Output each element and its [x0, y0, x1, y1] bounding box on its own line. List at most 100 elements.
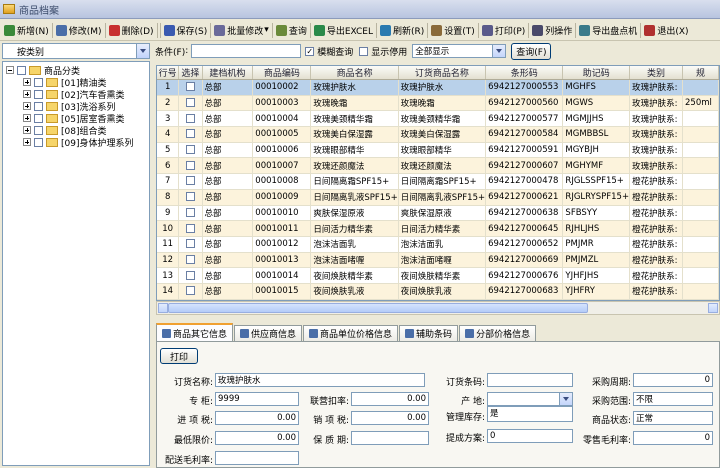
edit-button[interactable]: 修改(M): [54, 21, 104, 40]
table-cell[interactable]: RJGLSSPF15+: [562, 173, 631, 190]
table-cell[interactable]: 玫瑰还颜魔法: [398, 157, 487, 175]
table-cell[interactable]: 00010014: [252, 267, 312, 284]
column-header[interactable]: 行号: [157, 66, 180, 80]
table-cell[interactable]: 6942127000591: [485, 142, 564, 159]
table-cell[interactable]: YJHFJHS: [562, 267, 631, 284]
table-cell[interactable]: 玫瑰护肤水: [310, 79, 399, 96]
grid-horizontal-scrollbar[interactable]: [156, 301, 720, 315]
tree-item-checkbox[interactable]: [34, 77, 43, 87]
tree-item[interactable]: [05]居室香熏类: [3, 112, 149, 125]
tree-item[interactable]: [03]洗浴系列: [3, 100, 149, 113]
column-header[interactable]: 商品编码: [252, 66, 312, 80]
proposal-input[interactable]: 0: [487, 429, 573, 443]
table-cell[interactable]: 玫瑰护肤系:: [629, 110, 683, 128]
table-row[interactable]: 13 总部 00010014 夜间焕肤精华素 夜间焕肤精华素 6942127000676 Y…: [157, 267, 719, 284]
add-button[interactable]: 新增(N): [2, 21, 51, 40]
tree-item[interactable]: [08]组合类: [3, 124, 149, 137]
chevron-down-icon[interactable]: ▾: [264, 25, 269, 35]
row-select-cell[interactable]: [178, 220, 203, 237]
table-cell[interactable]: 00010010: [252, 205, 312, 222]
table-cell[interactable]: [682, 126, 719, 143]
table-cell[interactable]: 橙花护肤系:: [629, 252, 683, 269]
table-cell[interactable]: 00010013: [252, 252, 312, 269]
table-cell[interactable]: 13: [157, 267, 180, 284]
table-cell[interactable]: 橙花护肤系:: [629, 267, 683, 284]
table-cell[interactable]: 爽肤保湿原液: [310, 205, 399, 222]
expand-icon[interactable]: [23, 102, 31, 110]
table-cell[interactable]: 玫瑰晚霜: [310, 95, 399, 112]
tree-item[interactable]: [09]身体护理系列: [3, 136, 149, 149]
order-barcode-input[interactable]: [487, 373, 573, 387]
tree-root[interactable]: 商品分类: [3, 64, 149, 77]
table-cell[interactable]: 总部: [202, 110, 254, 128]
table-cell[interactable]: SFBSYY: [562, 205, 631, 222]
table-cell[interactable]: 总部: [202, 283, 254, 300]
chevron-down-icon[interactable]: [559, 393, 572, 405]
table-row[interactable]: 11 总部 00010012 泡沫洁面乳 泡沫洁面乳 6942127000652 PMJMR…: [157, 236, 719, 253]
tree-item[interactable]: [02]汽车香熏类: [3, 88, 149, 101]
table-cell[interactable]: 00010011: [252, 220, 312, 237]
table-cell[interactable]: 总部: [202, 157, 254, 175]
table-cell[interactable]: 7: [157, 173, 180, 190]
save-button[interactable]: 保存(S): [162, 21, 210, 40]
table-row[interactable]: 7 总部 00010008 日间隔离霜SPF15+ 日间隔离霜SPF15+ 6942127…: [157, 173, 719, 190]
output-tax-input[interactable]: 0.00: [351, 411, 429, 425]
table-cell[interactable]: [682, 283, 719, 300]
table-cell[interactable]: [682, 205, 719, 222]
table-cell[interactable]: 总部: [202, 236, 254, 253]
table-cell[interactable]: 6942127000652: [485, 236, 564, 253]
chevron-down-icon[interactable]: [136, 44, 149, 58]
table-cell[interactable]: [682, 220, 719, 237]
column-header[interactable]: 助记码: [562, 66, 631, 80]
table-cell[interactable]: 玫瑰护肤系:: [629, 126, 683, 143]
table-cell[interactable]: RJHLJHS: [562, 220, 631, 237]
tree-item-checkbox[interactable]: [34, 89, 43, 99]
table-cell[interactable]: PMJMR: [562, 236, 631, 253]
table-cell[interactable]: MGYBJH: [562, 142, 631, 159]
row-select-checkbox[interactable]: [185, 270, 195, 280]
row-select-cell[interactable]: [178, 189, 203, 206]
table-cell[interactable]: 6942127000607: [485, 157, 564, 175]
table-cell[interactable]: MGHFS: [562, 79, 631, 96]
table-cell[interactable]: 玫瑰美白保湿露: [398, 126, 487, 143]
purchase-cycle-input[interactable]: 0: [633, 373, 713, 387]
exit-button[interactable]: 退出(X): [642, 21, 690, 40]
table-cell[interactable]: [682, 79, 719, 96]
row-select-cell[interactable]: [178, 126, 203, 143]
table-cell[interactable]: [682, 252, 719, 269]
table-cell[interactable]: 总部: [202, 142, 254, 159]
table-cell[interactable]: 日间隔离乳液SPF15+: [398, 189, 487, 206]
table-cell[interactable]: 总部: [202, 79, 254, 96]
table-cell[interactable]: 橙花护肤系:: [629, 236, 683, 253]
row-select-checkbox[interactable]: [185, 223, 195, 233]
expand-icon[interactable]: [23, 90, 31, 98]
table-cell[interactable]: 00010002: [252, 79, 312, 96]
origin-select[interactable]: [487, 392, 573, 406]
column-header[interactable]: 条形码: [485, 66, 564, 80]
table-cell[interactable]: 10: [157, 220, 180, 237]
table-row[interactable]: 3 总部 00010004 玫瑰美颈精华霜 玫瑰美颈精华霜 6942127000577 MG…: [157, 110, 719, 128]
query-button[interactable]: 查询: [274, 21, 309, 40]
table-cell[interactable]: 6942127000676: [485, 267, 564, 284]
column-header[interactable]: 类别: [629, 66, 683, 80]
table-cell[interactable]: 5: [157, 142, 180, 159]
counter-input[interactable]: 9999: [215, 392, 299, 406]
row-select-cell[interactable]: [178, 79, 203, 96]
row-select-checkbox[interactable]: [185, 113, 195, 123]
table-cell[interactable]: 日间隔离霜SPF15+: [398, 173, 487, 190]
tree-item-checkbox[interactable]: [34, 125, 43, 135]
table-cell[interactable]: 6: [157, 157, 180, 175]
table-cell[interactable]: 6942127000584: [485, 126, 564, 143]
table-cell[interactable]: PMJMZL: [562, 252, 631, 269]
table-cell[interactable]: MGMBBSL: [562, 126, 631, 143]
table-cell[interactable]: 3: [157, 110, 180, 128]
row-select-cell[interactable]: [178, 267, 203, 284]
table-cell[interactable]: 玫瑰护肤系:: [629, 157, 683, 175]
row-select-checkbox[interactable]: [185, 207, 195, 217]
table-cell[interactable]: 夜间焕肤乳液: [310, 283, 399, 300]
manage-stock-input[interactable]: 是: [487, 406, 573, 422]
export-excel-button[interactable]: 导出EXCEL: [312, 21, 375, 40]
table-cell[interactable]: 总部: [202, 173, 254, 190]
table-cell[interactable]: 1: [157, 79, 180, 96]
table-cell[interactable]: 玫瑰美白保湿露: [310, 126, 399, 143]
